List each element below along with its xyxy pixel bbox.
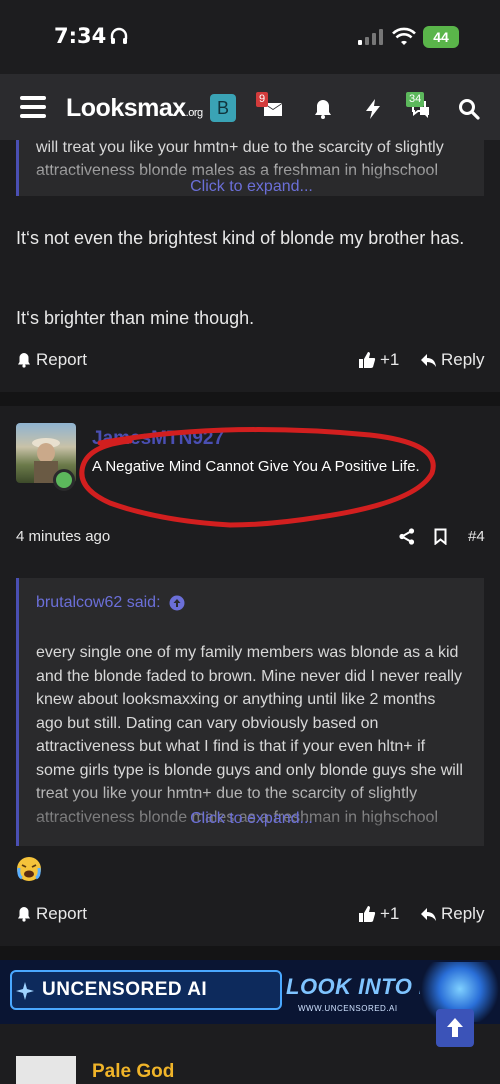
post-actions: Report +1 Reply <box>16 900 486 930</box>
like-button[interactable]: +1 <box>358 350 399 370</box>
post-divider <box>0 946 500 960</box>
menu-icon[interactable] <box>20 96 46 118</box>
like-count: +1 <box>380 904 400 923</box>
status-bar: 7:34 44 <box>0 0 500 74</box>
post-number[interactable]: #4 <box>468 528 485 545</box>
expand-quote-link[interactable]: Click to expand... <box>19 810 484 828</box>
search-icon[interactable] <box>458 98 480 120</box>
site-logo[interactable]: Looksmax.org <box>66 94 203 123</box>
reply-button[interactable]: Reply <box>420 904 484 924</box>
reply-icon <box>421 907 436 921</box>
reply-label: Reply <box>441 350 485 369</box>
avatar[interactable] <box>16 1056 76 1084</box>
arrow-up-circle-icon <box>169 595 185 611</box>
sparkle-icon <box>16 982 34 1000</box>
reply-button[interactable]: Reply <box>420 350 484 370</box>
quote-header[interactable]: brutalcow62 said: <box>36 594 185 612</box>
bell-icon <box>18 907 30 922</box>
bell-icon[interactable] <box>312 98 334 120</box>
expand-quote-link[interactable]: Click to expand... <box>19 178 484 196</box>
crying-face-icon <box>17 857 41 881</box>
post-paragraph: It‘s not even the brightest kind of blon… <box>16 228 465 248</box>
signal-icon <box>358 29 383 45</box>
report-label: Report <box>36 350 88 369</box>
logo-text: Looksmax <box>66 94 186 122</box>
ad-url: WWW.UNCENSORED.AI <box>298 1004 398 1013</box>
report-label: Report <box>36 904 88 923</box>
wifi-icon <box>392 27 416 45</box>
share-icon[interactable] <box>399 528 415 545</box>
post-divider <box>0 392 500 406</box>
logo-suffix: .org <box>185 107 203 119</box>
bookmark-icon[interactable] <box>434 528 447 545</box>
quote-author: brutalcow62 said: <box>36 594 161 611</box>
ad-banner[interactable]: UNCENSORED AI LOOK INTO IT WWW.UNCENSORE… <box>0 960 500 1024</box>
like-count: +1 <box>380 350 400 369</box>
report-button[interactable]: Report <box>16 904 87 924</box>
like-button[interactable]: +1 <box>358 904 399 924</box>
report-button[interactable]: Report <box>16 350 87 370</box>
inbox-badge: 9 <box>256 92 269 107</box>
quote-block: brutalcow62 said: every single one of my… <box>16 578 484 846</box>
post-meta: 4 minutes ago #4 <box>16 528 486 550</box>
ad-left-text: UNCENSORED AI <box>10 970 282 1010</box>
chat-badge: 34 <box>406 92 425 107</box>
bookmark-b-button[interactable]: B <box>210 94 236 122</box>
user-title: A Negative Mind Cannot Give You A Positi… <box>92 458 420 475</box>
status-time: 7:34 <box>54 24 107 48</box>
ad-right-text: LOOK INTO IT <box>286 974 440 999</box>
bell-icon <box>18 353 30 368</box>
reply-label: Reply <box>441 904 485 923</box>
scroll-to-top-button[interactable] <box>436 1009 474 1047</box>
post-username[interactable]: JamesMTN927 <box>92 428 224 450</box>
thumbs-up-icon <box>359 906 376 922</box>
quote-block-previous: will treat you like your hmtn+ due to th… <box>16 140 484 196</box>
crying-emoji <box>16 856 42 882</box>
reply-icon <box>421 353 436 367</box>
thumbs-up-icon <box>359 352 376 368</box>
post-paragraph: It‘s brighter than mine though. <box>16 308 255 328</box>
battery-indicator: 44 <box>423 26 459 48</box>
post-username[interactable]: Pale God <box>92 1061 174 1083</box>
top-navbar: Looksmax.org B 9 34 <box>0 74 500 140</box>
post-time[interactable]: 4 minutes ago <box>16 528 110 545</box>
headphones-icon <box>110 27 128 44</box>
post-actions: Report +1 Reply <box>16 346 486 376</box>
arrow-up-icon <box>447 1018 463 1037</box>
online-indicator <box>53 469 75 491</box>
lightning-icon[interactable] <box>362 98 384 120</box>
